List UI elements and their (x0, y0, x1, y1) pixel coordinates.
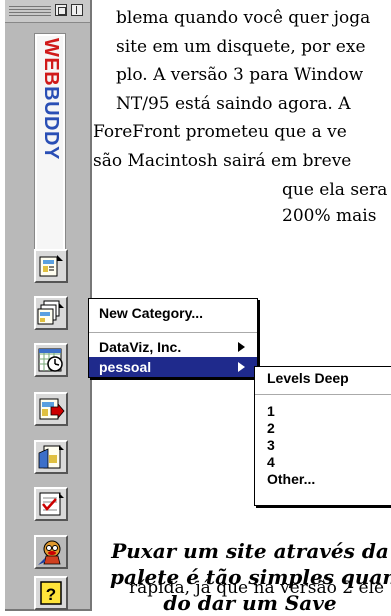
article-line: NT/95 está saindo agora. A (116, 94, 351, 114)
menu-item-level-4[interactable]: 4 (255, 454, 391, 471)
zoom-box-icon[interactable] (55, 4, 67, 16)
menu-separator (255, 394, 391, 395)
caption-line: do dar um Save (163, 591, 337, 615)
logo-buddy-text: BUDDY (40, 86, 62, 160)
menu-item-label: New Category... (99, 305, 203, 321)
menu-item-label: DataViz, Inc. (99, 339, 182, 355)
web-buddy-palette: WEBBUDDY ? (5, 0, 92, 611)
menu-item-level-3[interactable]: 3 (255, 437, 391, 454)
palette-titlebar[interactable] (5, 0, 90, 23)
menu-item-level-2[interactable]: 2 (255, 420, 391, 437)
menu-separator (89, 332, 257, 333)
article-line: que ela sera (282, 180, 388, 200)
article-line: plo. A versão 3 para Window (116, 65, 364, 85)
menu-item-new-category[interactable]: New Category... (89, 303, 257, 323)
article-line: 200% mais (282, 206, 377, 226)
caption-line: Puxar um site através da (111, 539, 389, 563)
web-buddy-logo: WEBBUDDY (34, 33, 66, 275)
menu-item-other[interactable]: Other... (255, 471, 391, 488)
article-line: site em um disquete, por exe (116, 37, 366, 57)
article-line: blema quando você quer joga (116, 8, 371, 28)
drag-grip[interactable] (9, 5, 51, 16)
submenu-arrow-icon (238, 342, 245, 352)
menu-item-label: pessoal (99, 359, 152, 375)
buddy-mascot-icon[interactable] (34, 535, 68, 569)
export-icon[interactable] (34, 392, 68, 426)
article-line: são Macintosh sairá em breve (93, 151, 352, 171)
levels-deep-header: Levels Deep (267, 370, 349, 386)
caption-line: palete é tão simples quan- (110, 565, 391, 589)
menu-item-level-1[interactable]: 1 (255, 403, 391, 420)
import-icon[interactable] (34, 440, 68, 474)
capture-page-icon[interactable] (34, 249, 68, 283)
submenu-arrow-icon (238, 362, 245, 372)
help-icon[interactable]: ? (34, 576, 68, 610)
levels-deep-submenu: Levels Deep 1 2 3 4 Other... (254, 366, 391, 506)
menu-item-pessoal[interactable]: pessoal (89, 357, 257, 377)
category-popup-menu: New Category... DataViz, Inc. pessoal (88, 298, 258, 378)
menu-item-dataviz[interactable]: DataViz, Inc. (89, 337, 257, 357)
checklist-icon[interactable] (34, 487, 68, 521)
capture-site-icon[interactable] (34, 296, 68, 330)
schedule-icon[interactable] (34, 343, 68, 377)
svg-text:?: ? (46, 585, 56, 604)
logo-web-text: WEB (40, 38, 62, 87)
figure-caption: Puxar um site através da palete é tão si… (110, 538, 391, 616)
collapse-box-icon[interactable] (71, 4, 83, 16)
article-line: ForeFront prometeu que a ve (93, 122, 347, 142)
